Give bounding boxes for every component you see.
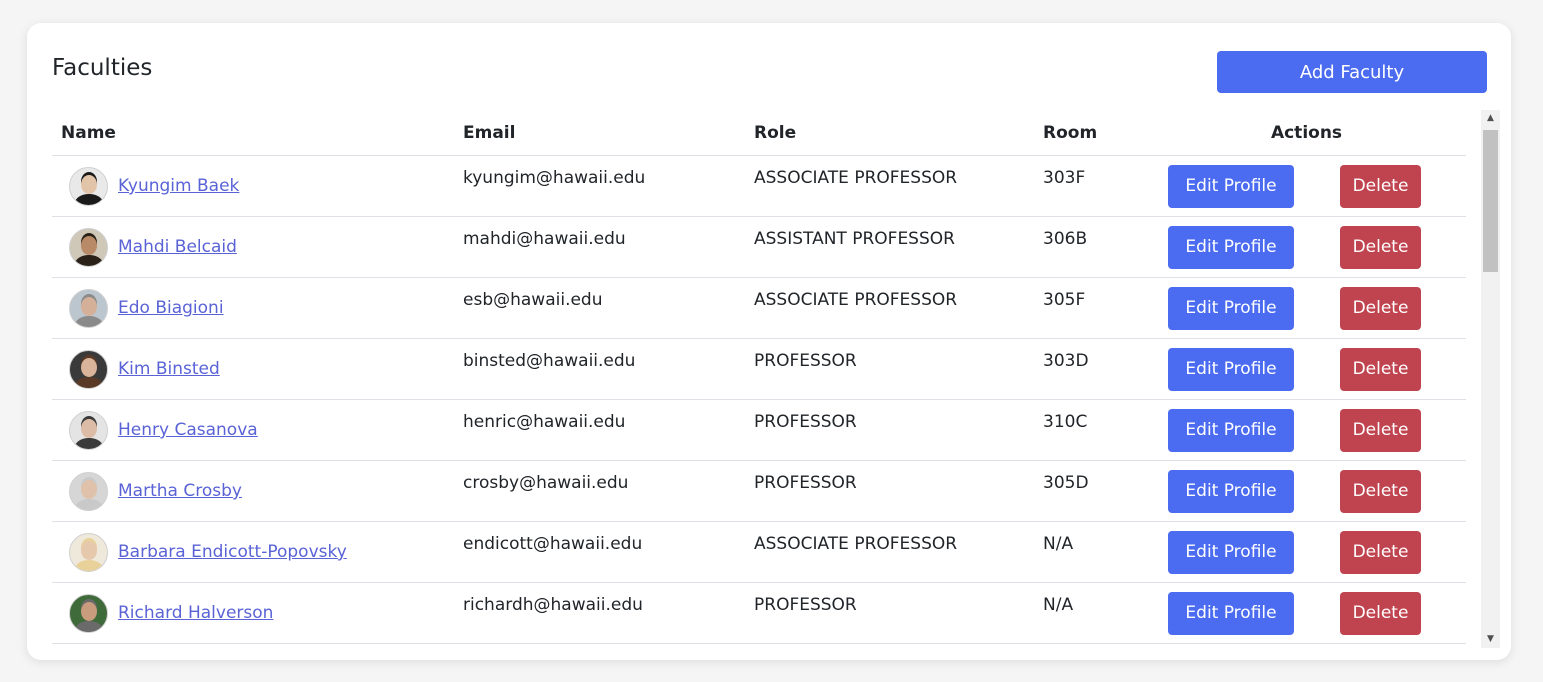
faculty-table: Name Email Role Room Actions Kyungim Bae… — [52, 110, 1466, 644]
role-cell: PROFESSOR — [745, 582, 1034, 644]
edit-profile-button[interactable]: Edit Profile — [1168, 469, 1294, 513]
delete-button[interactable]: Delete — [1340, 591, 1421, 635]
name-cell: Barbara Endicott-Popovsky — [52, 521, 454, 583]
room-cell: 310C — [1034, 399, 1147, 461]
avatar — [69, 410, 108, 450]
table-row: Henry Casanova henric@hawaii.edu PROFESSOR… — [52, 399, 1466, 461]
table-row: Kim Binsted binsted@hawaii.edu PROFESSOR 30… — [52, 338, 1466, 400]
faculty-name-link[interactable]: Henry Casanova — [118, 420, 258, 440]
edit-profile-button[interactable]: Edit Profile — [1168, 286, 1294, 330]
delete-button[interactable]: Delete — [1340, 286, 1421, 330]
role-cell: ASSISTANT PROFESSOR — [745, 216, 1034, 278]
column-header-name: Name — [52, 110, 454, 156]
actions-cell: Edit Profile Delete — [1147, 582, 1466, 644]
edit-profile-button[interactable]: Edit Profile — [1168, 225, 1294, 269]
avatar — [69, 593, 108, 633]
column-header-actions: Actions — [1147, 110, 1466, 156]
faculty-name-link[interactable]: Edo Biagioni — [118, 298, 224, 318]
email-cell: endicott@hawaii.edu — [454, 521, 745, 583]
column-header-email: Email — [454, 110, 745, 156]
table-row: Richard Halverson richardh@hawaii.edu PROF… — [52, 582, 1466, 644]
name-cell: Kim Binsted — [52, 338, 454, 400]
delete-button[interactable]: Delete — [1340, 469, 1421, 513]
delete-button[interactable]: Delete — [1340, 347, 1421, 391]
delete-button[interactable]: Delete — [1340, 408, 1421, 452]
table-row: Kyungim Baek kyungim@hawaii.edu ASSOCIATE … — [52, 155, 1466, 217]
faculty-name-link[interactable]: Barbara Endicott-Popovsky — [118, 542, 347, 562]
actions-cell: Edit Profile Delete — [1147, 216, 1466, 278]
faculty-name-link[interactable]: Kyungim Baek — [118, 176, 239, 196]
email-cell: mahdi@hawaii.edu — [454, 216, 745, 278]
room-cell: 305D — [1034, 460, 1147, 522]
faculty-name-link[interactable]: Kim Binsted — [118, 359, 220, 379]
avatar — [69, 349, 108, 389]
room-cell: 303F — [1034, 155, 1147, 217]
faculty-name-link[interactable]: Mahdi Belcaid — [118, 237, 237, 257]
scroll-up-arrow-icon[interactable]: ▲ — [1481, 110, 1500, 127]
email-cell: richardh@hawaii.edu — [454, 582, 745, 644]
avatar — [69, 471, 108, 511]
room-cell: 305F — [1034, 277, 1147, 339]
name-cell: Edo Biagioni — [52, 277, 454, 339]
room-cell: N/A — [1034, 521, 1147, 583]
email-cell: binsted@hawaii.edu — [454, 338, 745, 400]
table-row: Edo Biagioni esb@hawaii.edu ASSOCIATE PROF… — [52, 277, 1466, 339]
table-header-row: Name Email Role Room Actions — [52, 110, 1466, 156]
faculty-name-link[interactable]: Martha Crosby — [118, 481, 242, 501]
page-title: Faculties — [52, 55, 153, 81]
avatar — [69, 288, 108, 328]
avatar — [69, 166, 108, 206]
table-row: Mahdi Belcaid mahdi@hawaii.edu ASSISTANT P… — [52, 216, 1466, 278]
faculty-table-body: Kyungim Baek kyungim@hawaii.edu ASSOCIATE … — [52, 155, 1466, 644]
edit-profile-button[interactable]: Edit Profile — [1168, 591, 1294, 635]
scrollbar-thumb[interactable] — [1483, 130, 1498, 272]
role-cell: ASSOCIATE PROFESSOR — [745, 521, 1034, 583]
name-cell: Mahdi Belcaid — [52, 216, 454, 278]
scroll-down-arrow-icon[interactable]: ▼ — [1481, 631, 1500, 648]
role-cell: ASSOCIATE PROFESSOR — [745, 155, 1034, 217]
vertical-scrollbar[interactable]: ▲ ▼ — [1481, 110, 1500, 648]
actions-cell: Edit Profile Delete — [1147, 277, 1466, 339]
delete-button[interactable]: Delete — [1340, 164, 1421, 208]
role-cell: PROFESSOR — [745, 399, 1034, 461]
role-cell: PROFESSOR — [745, 460, 1034, 522]
avatar — [69, 227, 108, 267]
edit-profile-button[interactable]: Edit Profile — [1168, 408, 1294, 452]
name-cell: Kyungim Baek — [52, 155, 454, 217]
faculty-table-container[interactable]: Name Email Role Room Actions Kyungim Bae… — [52, 110, 1500, 648]
faculty-name-link[interactable]: Richard Halverson — [118, 603, 273, 623]
edit-profile-button[interactable]: Edit Profile — [1168, 530, 1294, 574]
column-header-room: Room — [1034, 110, 1147, 156]
actions-cell: Edit Profile Delete — [1147, 399, 1466, 461]
actions-cell: Edit Profile Delete — [1147, 338, 1466, 400]
actions-cell: Edit Profile Delete — [1147, 460, 1466, 522]
table-row: Martha Crosby crosby@hawaii.edu PROFESSOR 3… — [52, 460, 1466, 522]
column-header-role: Role — [745, 110, 1034, 156]
email-cell: esb@hawaii.edu — [454, 277, 745, 339]
actions-cell: Edit Profile Delete — [1147, 155, 1466, 217]
table-row: Barbara Endicott-Popovsky endicott@hawaii… — [52, 521, 1466, 583]
add-faculty-button[interactable]: Add Faculty — [1217, 51, 1487, 93]
room-cell: 306B — [1034, 216, 1147, 278]
email-cell: kyungim@hawaii.edu — [454, 155, 745, 217]
role-cell: PROFESSOR — [745, 338, 1034, 400]
faculties-card: Faculties Add Faculty Name Email Role Ro… — [27, 23, 1511, 660]
name-cell: Richard Halverson — [52, 582, 454, 644]
name-cell: Henry Casanova — [52, 399, 454, 461]
name-cell: Martha Crosby — [52, 460, 454, 522]
edit-profile-button[interactable]: Edit Profile — [1168, 347, 1294, 391]
role-cell: ASSOCIATE PROFESSOR — [745, 277, 1034, 339]
delete-button[interactable]: Delete — [1340, 530, 1421, 574]
delete-button[interactable]: Delete — [1340, 225, 1421, 269]
room-cell: N/A — [1034, 582, 1147, 644]
avatar — [69, 532, 108, 572]
email-cell: crosby@hawaii.edu — [454, 460, 745, 522]
edit-profile-button[interactable]: Edit Profile — [1168, 164, 1294, 208]
actions-cell: Edit Profile Delete — [1147, 521, 1466, 583]
room-cell: 303D — [1034, 338, 1147, 400]
email-cell: henric@hawaii.edu — [454, 399, 745, 461]
